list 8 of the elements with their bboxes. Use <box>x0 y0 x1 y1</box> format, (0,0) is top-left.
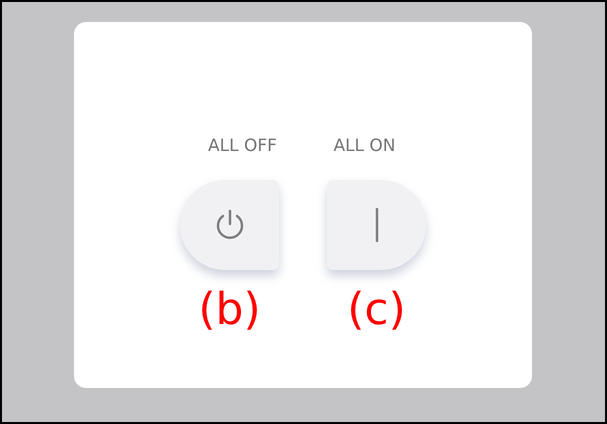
power-icon <box>214 209 244 241</box>
caption: (c) <box>347 284 406 335</box>
toggle-button[interactable] <box>180 180 279 270</box>
button-label: ALL ON <box>333 136 396 156</box>
line-icon <box>374 208 378 242</box>
caption: (b) <box>198 284 261 335</box>
button-label: ALL OFF <box>208 136 277 156</box>
toggle-button[interactable] <box>327 180 426 270</box>
